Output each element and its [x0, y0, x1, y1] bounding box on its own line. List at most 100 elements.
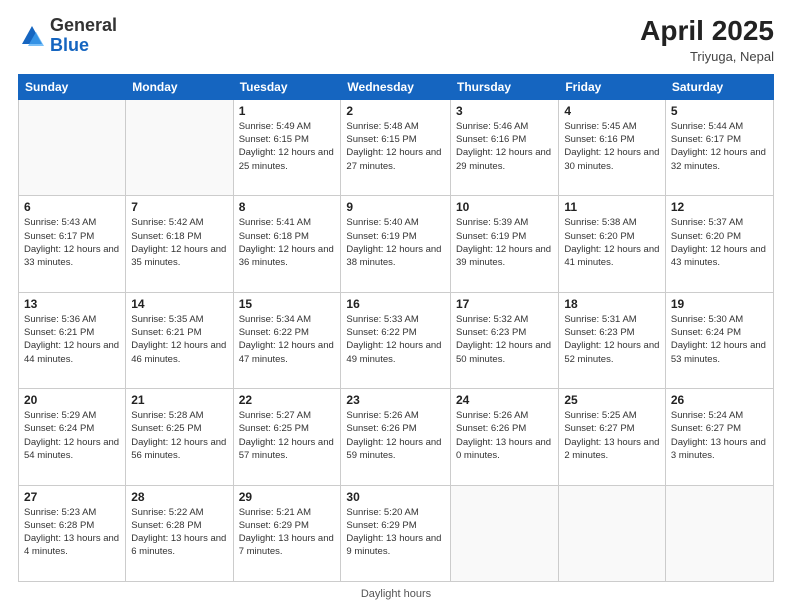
calendar-cell: 14Sunrise: 5:35 AMSunset: 6:21 PMDayligh… [126, 292, 233, 388]
day-info: Sunrise: 5:29 AMSunset: 6:24 PMDaylight:… [24, 409, 120, 462]
logo-icon [18, 22, 46, 50]
calendar-cell: 24Sunrise: 5:26 AMSunset: 6:26 PMDayligh… [451, 389, 559, 485]
calendar-cell: 13 Sunrise: 5:36 AMSunset: 6:21 PMDayligh… [19, 292, 126, 388]
day-info: Sunrise: 5:32 AMSunset: 6:23 PMDaylight:… [456, 313, 553, 366]
calendar-table: Sunday Monday Tuesday Wednesday Thursday… [18, 74, 774, 582]
day-info: Sunrise: 5:36 AMSunset: 6:21 PMDaylight:… [24, 313, 120, 366]
day-info: Sunrise: 5:41 AMSunset: 6:18 PMDaylight:… [239, 216, 336, 269]
day-number: 3 [456, 104, 553, 118]
calendar-cell: 8 Sunrise: 5:41 AMSunset: 6:18 PMDaylight… [233, 196, 341, 292]
day-number: 8 [239, 200, 336, 214]
calendar-cell: 9 Sunrise: 5:40 AMSunset: 6:19 PMDaylight… [341, 196, 451, 292]
calendar-week-4: 27 Sunrise: 5:23 AMSunset: 6:28 PMDayligh… [19, 485, 774, 581]
calendar-cell: 3 Sunrise: 5:46 AMSunset: 6:16 PMDaylight… [451, 99, 559, 195]
day-info: Sunrise: 5:33 AMSunset: 6:22 PMDaylight:… [346, 313, 445, 366]
calendar-cell: 18 Sunrise: 5:31 AMSunset: 6:23 PMDayligh… [559, 292, 666, 388]
day-number: 19 [671, 297, 768, 311]
day-number: 16 [346, 297, 445, 311]
calendar-cell: 10 Sunrise: 5:39 AMSunset: 6:19 PMDayligh… [451, 196, 559, 292]
calendar-week-0: 1Sunrise: 5:49 AMSunset: 6:15 PMDaylight… [19, 99, 774, 195]
day-number: 2 [346, 104, 445, 118]
calendar-cell: 17 Sunrise: 5:32 AMSunset: 6:23 PMDayligh… [451, 292, 559, 388]
day-number: 23 [346, 393, 445, 407]
month-title: April 2025 [640, 16, 774, 47]
col-tuesday: Tuesday [233, 74, 341, 99]
day-number: 6 [24, 200, 120, 214]
calendar-cell: 1Sunrise: 5:49 AMSunset: 6:15 PMDaylight… [233, 99, 341, 195]
calendar-cell: 19 Sunrise: 5:30 AMSunset: 6:24 PMDayligh… [665, 292, 773, 388]
calendar-cell: 27 Sunrise: 5:23 AMSunset: 6:28 PMDayligh… [19, 485, 126, 581]
day-info: Sunrise: 5:49 AMSunset: 6:15 PMDaylight:… [239, 120, 336, 173]
day-info: Sunrise: 5:38 AMSunset: 6:20 PMDaylight:… [564, 216, 660, 269]
day-number: 14 [131, 297, 227, 311]
day-number: 5 [671, 104, 768, 118]
day-info: Sunrise: 5:23 AMSunset: 6:28 PMDaylight:… [24, 506, 120, 559]
calendar-cell: 26 Sunrise: 5:24 AMSunset: 6:27 PMDayligh… [665, 389, 773, 485]
col-saturday: Saturday [665, 74, 773, 99]
day-info: Sunrise: 5:30 AMSunset: 6:24 PMDaylight:… [671, 313, 768, 366]
day-number: 18 [564, 297, 660, 311]
title-block: April 2025 Triyuga, Nepal [640, 16, 774, 64]
calendar-cell: 15Sunrise: 5:34 AMSunset: 6:22 PMDayligh… [233, 292, 341, 388]
calendar-cell [19, 99, 126, 195]
day-info: Sunrise: 5:40 AMSunset: 6:19 PMDaylight:… [346, 216, 445, 269]
calendar-cell: 2 Sunrise: 5:48 AMSunset: 6:15 PMDaylight… [341, 99, 451, 195]
day-info: Sunrise: 5:24 AMSunset: 6:27 PMDaylight:… [671, 409, 768, 462]
day-number: 28 [131, 490, 227, 504]
col-friday: Friday [559, 74, 666, 99]
calendar-cell: 7 Sunrise: 5:42 AMSunset: 6:18 PMDaylight… [126, 196, 233, 292]
calendar-cell [665, 485, 773, 581]
subtitle: Triyuga, Nepal [640, 49, 774, 64]
calendar-cell: 28 Sunrise: 5:22 AMSunset: 6:28 PMDayligh… [126, 485, 233, 581]
day-info: Sunrise: 5:37 AMSunset: 6:20 PMDaylight:… [671, 216, 768, 269]
day-info: Sunrise: 5:26 AMSunset: 6:26 PMDaylight:… [346, 409, 445, 462]
day-number: 11 [564, 200, 660, 214]
logo-blue: Blue [50, 35, 89, 55]
day-info: Sunrise: 5:20 AMSunset: 6:29 PMDaylight:… [346, 506, 445, 559]
day-number: 27 [24, 490, 120, 504]
day-number: 29 [239, 490, 336, 504]
page: General Blue April 2025 Triyuga, Nepal S… [0, 0, 792, 612]
daylight-hours-label: Daylight hours [361, 588, 431, 600]
calendar-cell [126, 99, 233, 195]
day-number: 10 [456, 200, 553, 214]
footer-note: Daylight hours [18, 588, 774, 600]
calendar-cell: 22 Sunrise: 5:27 AMSunset: 6:25 PMDayligh… [233, 389, 341, 485]
day-number: 17 [456, 297, 553, 311]
day-number: 13 [24, 297, 120, 311]
col-monday: Monday [126, 74, 233, 99]
calendar-week-2: 13 Sunrise: 5:36 AMSunset: 6:21 PMDayligh… [19, 292, 774, 388]
col-wednesday: Wednesday [341, 74, 451, 99]
calendar-week-1: 6Sunrise: 5:43 AMSunset: 6:17 PMDaylight… [19, 196, 774, 292]
day-info: Sunrise: 5:45 AMSunset: 6:16 PMDaylight:… [564, 120, 660, 173]
day-info: Sunrise: 5:48 AMSunset: 6:15 PMDaylight:… [346, 120, 445, 173]
calendar-cell: 6Sunrise: 5:43 AMSunset: 6:17 PMDaylight… [19, 196, 126, 292]
header: General Blue April 2025 Triyuga, Nepal [18, 16, 774, 64]
calendar-cell: 16 Sunrise: 5:33 AMSunset: 6:22 PMDayligh… [341, 292, 451, 388]
day-number: 15 [239, 297, 336, 311]
calendar-cell: 20Sunrise: 5:29 AMSunset: 6:24 PMDayligh… [19, 389, 126, 485]
day-info: Sunrise: 5:46 AMSunset: 6:16 PMDaylight:… [456, 120, 553, 173]
day-info: Sunrise: 5:44 AMSunset: 6:17 PMDaylight:… [671, 120, 768, 173]
day-number: 26 [671, 393, 768, 407]
col-sunday: Sunday [19, 74, 126, 99]
calendar-cell [559, 485, 666, 581]
calendar-cell: 25Sunrise: 5:25 AMSunset: 6:27 PMDayligh… [559, 389, 666, 485]
logo-general: General [50, 15, 117, 35]
day-number: 7 [131, 200, 227, 214]
day-info: Sunrise: 5:31 AMSunset: 6:23 PMDaylight:… [564, 313, 660, 366]
logo: General Blue [18, 16, 117, 56]
calendar-cell: 29 Sunrise: 5:21 AMSunset: 6:29 PMDayligh… [233, 485, 341, 581]
day-number: 4 [564, 104, 660, 118]
calendar-cell [451, 485, 559, 581]
day-number: 25 [564, 393, 660, 407]
day-number: 22 [239, 393, 336, 407]
day-info: Sunrise: 5:27 AMSunset: 6:25 PMDaylight:… [239, 409, 336, 462]
calendar-header-row: Sunday Monday Tuesday Wednesday Thursday… [19, 74, 774, 99]
calendar-cell: 30Sunrise: 5:20 AMSunset: 6:29 PMDayligh… [341, 485, 451, 581]
day-number: 9 [346, 200, 445, 214]
day-info: Sunrise: 5:22 AMSunset: 6:28 PMDaylight:… [131, 506, 227, 559]
day-info: Sunrise: 5:21 AMSunset: 6:29 PMDaylight:… [239, 506, 336, 559]
day-info: Sunrise: 5:39 AMSunset: 6:19 PMDaylight:… [456, 216, 553, 269]
day-info: Sunrise: 5:42 AMSunset: 6:18 PMDaylight:… [131, 216, 227, 269]
